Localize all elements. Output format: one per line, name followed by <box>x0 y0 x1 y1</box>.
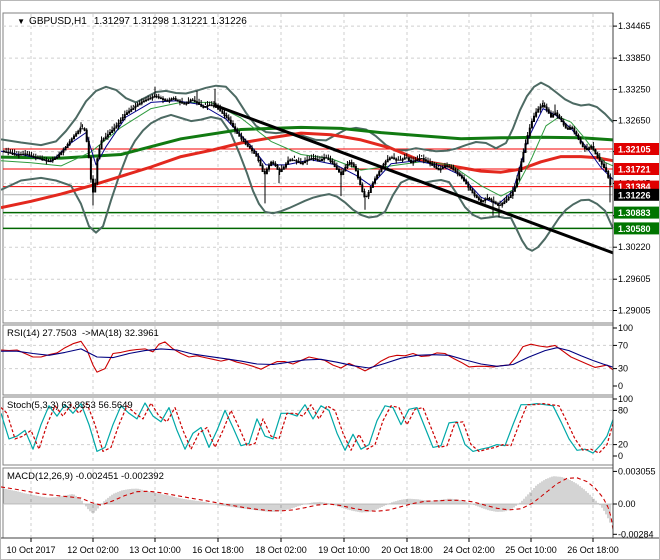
indicator-axis-label: 0 <box>618 451 623 461</box>
time-axis-label: 25 Oct 10:00 <box>505 545 557 555</box>
price-axis-label: 1.29605 <box>618 274 651 284</box>
price-axis-label: 1.33850 <box>618 53 651 63</box>
indicator-axis-label: 70 <box>618 340 628 350</box>
panel-divider-2[interactable] <box>1 465 660 468</box>
price-axis-label: 1.34465 <box>618 21 651 31</box>
panel-divider-1[interactable] <box>1 395 660 398</box>
time-axis: 10 Oct 2017 12 Oct 02:00 13 Oct 10:00 16 Oc… <box>1 537 659 555</box>
time-axis-label: 19 Oct 10:00 <box>318 545 370 555</box>
price-badge-label: 1.30883 <box>618 208 651 218</box>
indicator-axis-label: 0 <box>618 381 623 391</box>
indicator-axis-label: 30 <box>618 364 628 374</box>
price-badge-label: 1.31226 <box>618 190 651 200</box>
panel-2 <box>2 396 614 466</box>
time-axis-label: 20 Oct 18:00 <box>381 545 433 555</box>
symbol-dropdown-icon[interactable]: ▼ <box>17 17 25 26</box>
indicator-axis-label: 20 <box>618 440 628 450</box>
price-axis-label: 1.33250 <box>618 84 651 94</box>
price-axis-label: 1.32650 <box>618 116 651 126</box>
time-axis-label: 26 Oct 18:00 <box>567 545 619 555</box>
indicator-axis-label: 80 <box>618 405 628 415</box>
price-axis-label: 1.29005 <box>618 306 651 316</box>
price-axis-label: 1.30220 <box>618 242 651 252</box>
indicator-axes: 10070300100802000.0030550.00-0.00284 <box>613 323 656 539</box>
price-badge-label: 1.31721 <box>618 165 651 175</box>
time-axis-label: 12 Oct 02:00 <box>67 545 119 555</box>
chart-window: 1.344651.338501.332501.326501.320551.314… <box>0 0 660 560</box>
time-axis-label: 13 Oct 10:00 <box>129 545 181 555</box>
time-axis-label: 18 Oct 02:00 <box>255 545 307 555</box>
price-badge-label: 1.32105 <box>618 145 651 155</box>
indicator-axis-label: 0.00 <box>618 499 636 509</box>
price-badge-label: 1.30580 <box>618 224 651 234</box>
time-axis-label: 24 Oct 02:00 <box>443 545 495 555</box>
panel-divider-0[interactable] <box>1 323 660 326</box>
chart-canvas[interactable]: 1.344651.338501.332501.326501.320551.314… <box>1 1 660 560</box>
time-axis-label: 10 Oct 2017 <box>6 545 55 555</box>
time-axis-label: 16 Oct 18:00 <box>192 545 244 555</box>
